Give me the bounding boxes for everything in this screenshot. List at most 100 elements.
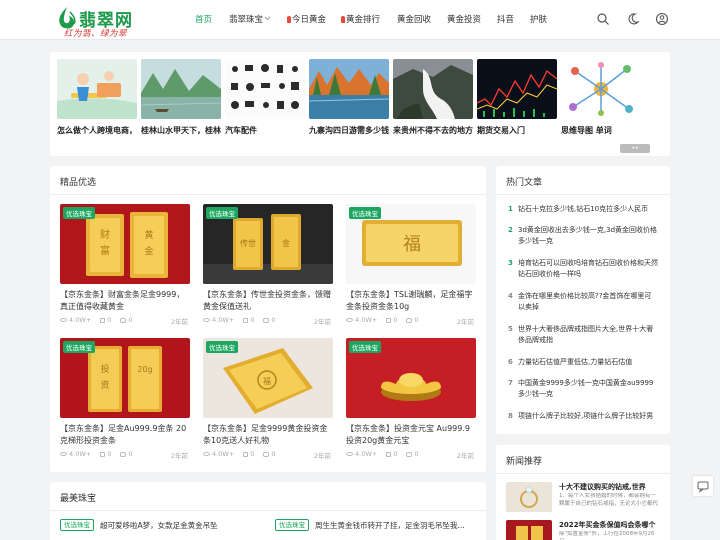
comments-count: 0	[414, 450, 419, 458]
banner-item[interactable]: 汽车配件	[225, 59, 305, 136]
category-tag[interactable]: 优选珠宝	[206, 207, 238, 219]
nav-item-skincare[interactable]: 护肤	[530, 13, 547, 25]
banner-caption: 九寨沟四日游需多少钱	[309, 126, 389, 135]
like-icon	[100, 452, 106, 457]
rank-number: 2	[508, 226, 513, 234]
category-tag[interactable]: 优选珠宝	[349, 341, 381, 353]
svg-text:金: 金	[282, 238, 290, 248]
product-title[interactable]: 【京东金条】足金9999黄金投资金条10克送人好礼物	[203, 423, 333, 446]
like-icon	[100, 318, 106, 323]
site-slogan: 红为翡、绿为翠	[64, 29, 128, 39]
site-header: 翡翠网 红为翡、绿为翠 首页 翡翠珠宝 今日黄金 黄金排行 黄金回收 黄金投资 …	[0, 0, 720, 40]
fire-icon	[287, 16, 291, 23]
svg-text:投: 投	[100, 363, 109, 375]
banner-item[interactable]: 来贵州不得不去的地方	[393, 59, 473, 136]
post-date: 2年前	[170, 318, 188, 326]
eye-icon	[346, 452, 353, 456]
nav-item-home[interactable]: 首页	[195, 13, 212, 25]
product-image: 福 优选珠宝	[346, 204, 476, 284]
banner-image	[141, 59, 221, 119]
search-icon[interactable]	[596, 12, 610, 26]
nav-item-gold-invest[interactable]: 黄金投资	[447, 13, 481, 25]
banner-item[interactable]: 怎么做个人跨境电商，	[57, 59, 137, 136]
comment-icon	[120, 452, 127, 457]
hot-article-title: 钻石十克拉多少钱,钻石10克拉多少人民币	[518, 205, 649, 213]
like-icon	[243, 318, 249, 323]
best-jewelry-item[interactable]: 优选珠宝 超可爱哆啦A梦，女款足金黄金吊坠	[60, 519, 265, 533]
carousel-pager[interactable]: ••	[620, 144, 650, 153]
hot-article-item[interactable]: 8 项链什么牌子比较好,项链什么牌子比较好男	[508, 411, 658, 422]
eye-icon	[346, 318, 353, 322]
banner-item[interactable]: 期货交易入门	[477, 59, 557, 136]
product-title[interactable]: 【京东金条】足金Au999.9金条 20克梯形投资金条	[60, 423, 190, 446]
comment-icon	[263, 318, 270, 323]
nav-item-gold-recycle[interactable]: 黄金回收	[397, 13, 431, 25]
svg-text:20g: 20g	[137, 365, 152, 374]
best-jewelry-item[interactable]: 优选珠宝 周生生黄金钱币转开了挂，足金羽毛吊坠我...	[275, 519, 480, 533]
product-card[interactable]: 优选珠宝 【京东金条】投资金元宝 Au999.9投资20g黄金元宝 4.0W+ 0…	[346, 338, 476, 460]
nav-item-jade[interactable]: 翡翠珠宝	[229, 13, 271, 25]
nav-item-douyin[interactable]: 抖音	[497, 13, 514, 25]
rank-number: 5	[508, 325, 513, 333]
svg-text:富: 富	[100, 244, 110, 257]
rank-number: 7	[508, 379, 513, 387]
category-tag[interactable]: 优选珠宝	[63, 341, 95, 353]
section-divider	[496, 194, 670, 195]
product-card[interactable]: 投资 20g 优选珠宝 【京东金条】足金Au999.9金条 20克梯形投资金条 4…	[60, 338, 190, 460]
banner-carousel: 怎么做个人跨境电商， 桂林山水甲天下，桂林 汽车配件 九寨沟四日游需多少钱 来贵…	[50, 52, 670, 156]
category-tag[interactable]: 优选珠宝	[63, 207, 95, 219]
likes-count: 0	[393, 316, 398, 324]
nav-item-gold-ranking[interactable]: 黄金排行	[341, 13, 380, 25]
nav-label: 护肤	[530, 15, 548, 25]
product-image: 投资 20g 优选珠宝	[60, 338, 190, 418]
banner-item[interactable]: 思维导图 单词	[561, 59, 641, 136]
product-title[interactable]: 【京东金条】TSL谢瑞麟，足金福字金条投资金条10g	[346, 289, 476, 312]
product-title[interactable]: 【京东金条】传世金投资金条，馈赠黄金保值送礼	[203, 289, 333, 312]
hot-article-item[interactable]: 6 力量钻石估值严重低估,力量钻石估值	[508, 357, 658, 368]
like-icon	[386, 318, 392, 323]
product-card[interactable]: 传世 金 优选珠宝 【京东金条】传世金投资金条，馈赠黄金保值送礼 4.0W+ 0 0 2…	[203, 204, 333, 326]
product-title[interactable]: 【京东金条】投资金元宝 Au999.9投资20g黄金元宝	[346, 423, 476, 446]
news-title: 十大不建议购买的钻戒,世界	[559, 483, 646, 491]
category-tag[interactable]: 优选珠宝	[60, 519, 94, 531]
hot-article-title: 项链什么牌子比较好,项链什么牌子比较好男	[518, 412, 654, 420]
banner-item[interactable]: 九寨沟四日游需多少钱	[309, 59, 389, 136]
section-title: 最美珠宝	[60, 494, 97, 504]
hot-article-item[interactable]: 1 钻石十克拉多少钱,钻石10克拉多少人民币	[508, 204, 658, 215]
category-tag[interactable]: 优选珠宝	[206, 341, 238, 353]
section-divider	[496, 473, 670, 474]
hot-article-item[interactable]: 5 世界十大奢侈品牌戒指图片大全,世界十大奢侈品牌戒指	[508, 324, 658, 346]
rank-number: 1	[508, 205, 513, 213]
product-card[interactable]: 财富 黄金 优选珠宝 【京东金条】财富金条足金9999，真正值得收藏黄金 4.0W…	[60, 204, 190, 326]
news-title: 2022年买金条保值吗会条哪个	[559, 521, 656, 529]
banner-caption: 汽车配件	[225, 126, 257, 135]
product-card[interactable]: 福 优选珠宝 【京东金条】TSL谢瑞麟，足金福字金条投资金条10g 4.0W+ 0…	[346, 204, 476, 326]
likes-count: 0	[107, 316, 112, 324]
hot-article-item[interactable]: 2 3d黄金回收出去多少钱一克,3d黄金回收价格多少钱一克	[508, 225, 658, 247]
svg-text:金: 金	[144, 245, 153, 257]
best-jewelry-section: 最美珠宝 优选珠宝 超可爱哆啦A梦，女款足金黄金吊坠 优选珠宝 周生生黄金钱币转开了…	[50, 482, 486, 540]
views-count: 4.0W+	[212, 316, 235, 324]
hot-article-item[interactable]: 7 中国黄金9999多少钱一克中国黄金au9999多少钱一克	[508, 378, 658, 400]
moon-icon[interactable]	[626, 12, 640, 26]
product-title[interactable]: 【京东金条】财富金条足金9999，真正值得收藏黄金	[60, 289, 190, 312]
featured-section: 精品优选 财富 黄金 优选珠宝 【京东金条】财富金条足金9999，真正值得收藏黄金…	[50, 166, 486, 472]
customer-service-button[interactable]	[693, 476, 713, 496]
svg-text:资: 资	[100, 380, 109, 391]
svg-text:传世: 传世	[240, 238, 256, 248]
hot-articles-section: 热门文章 1 钻石十克拉多少钱,钻石10克拉多少人民币 2 3d黄金回收出去多少钱一…	[496, 166, 670, 434]
news-description: 除"如置金条"外，工行在2008年9月26日	[559, 531, 655, 540]
banner-image	[477, 59, 557, 119]
product-card[interactable]: 福 优选珠宝 【京东金条】足金9999黄金投资金条10克送人好礼物 4.0W+ 0…	[203, 338, 333, 460]
comments-count: 0	[271, 450, 276, 458]
banner-item[interactable]: 桂林山水甲天下，桂林	[141, 59, 221, 136]
category-tag[interactable]: 优选珠宝	[349, 207, 381, 219]
hot-article-title: 培育钻石可以回收吗培育钻石回收价格和天然钻石回收价格一样吗	[518, 259, 658, 278]
post-date: 2年前	[313, 452, 331, 460]
hot-article-item[interactable]: 4 金饰在哪里卖价格比较高??金首饰在哪里可以卖掉	[508, 291, 658, 313]
user-icon[interactable]	[655, 12, 669, 26]
hot-article-item[interactable]: 3 培育钻石可以回收吗培育钻石回收价格和天然钻石回收价格一样吗	[508, 258, 658, 280]
category-tag[interactable]: 优选珠宝	[275, 519, 309, 531]
site-logo[interactable]: 翡翠网 红为翡、绿为翠	[52, 4, 162, 39]
nav-item-today-gold[interactable]: 今日黄金	[287, 13, 326, 25]
